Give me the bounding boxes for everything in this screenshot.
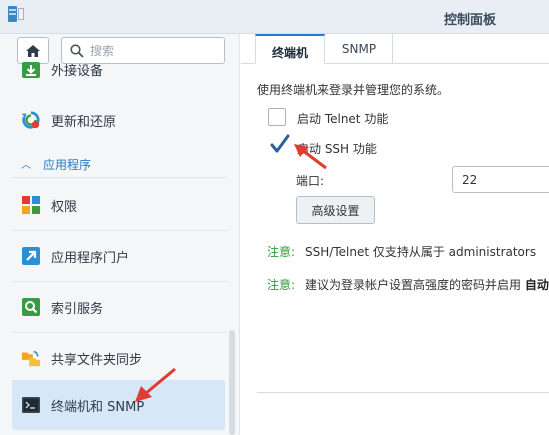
checkmark-icon: [270, 134, 290, 153]
sidebar-item-label: 应用程序门户: [51, 251, 130, 266]
application-portal-icon: [22, 247, 40, 265]
terminal-description: 使用终端机来登录并管理您的系统。: [257, 83, 450, 97]
control-panel-app-icon: [8, 6, 24, 22]
indexing-service-icon: [22, 298, 40, 316]
ssh-label: 启动 SSH 功能: [297, 142, 377, 156]
sidebar-item-indexing-service[interactable]: 索引服务: [12, 282, 226, 332]
tab-terminal[interactable]: 终端机: [255, 34, 325, 64]
sidebar-item-privileges[interactable]: 权限: [12, 180, 226, 230]
telnet-label: 启动 Telnet 功能: [297, 112, 389, 126]
section-label: 应用程序: [43, 158, 92, 172]
port-label: 端口:: [296, 174, 325, 188]
note-admin-only: 注意: SSH/Telnet 仅支持从属于 administrators: [267, 243, 536, 260]
telnet-checkbox[interactable]: [268, 108, 286, 126]
tab-bar: 终端机 SNMP: [241, 34, 549, 64]
shared-folder-sync-icon: [21, 350, 41, 367]
terminal-icon: [22, 397, 40, 413]
sidebar-item-label: 共享文件夹同步: [51, 353, 143, 368]
note-bold-text: 自动: [524, 278, 549, 292]
sidebar-item-application-portal[interactable]: 应用程序门户: [12, 231, 226, 281]
update-restore-icon: [21, 111, 40, 129]
sidebar-item-label: 终端机和 SNMP: [51, 400, 145, 415]
sidebar-item-terminal-snmp[interactable]: 终端机和 SNMP: [12, 380, 225, 430]
sidebar-item-label: 外接设备: [51, 64, 104, 79]
note-text: 建议为登录帐户设置高强度的密码并启用: [305, 278, 522, 292]
port-field[interactable]: [452, 166, 549, 193]
privileges-icon: [22, 196, 40, 214]
window-title: 控制面板: [443, 13, 496, 28]
section-divider: [12, 177, 226, 178]
sidebar-item-shared-folder-sync[interactable]: 共享文件夹同步: [12, 333, 226, 383]
sidebar-item-label: 索引服务: [51, 302, 104, 317]
content-divider: [257, 392, 549, 393]
sidebar-item-label: 权限: [51, 200, 78, 215]
note-text: SSH/Telnet 仅支持从属于 administrators: [305, 245, 537, 259]
chevron-up-icon: ︿: [21, 160, 31, 171]
note-strong-password: 注意: 建议为登录帐户设置高强度的密码并启用 自动: [267, 276, 549, 293]
note-key: 注意:: [267, 278, 296, 292]
external-device-icon: [22, 62, 40, 78]
sidebar: 外接设备 更新和还原 ︿ 应用程序 权限 应用程序门户: [0, 34, 240, 435]
section-header-applications[interactable]: ︿ 应用程序: [12, 152, 226, 178]
port-input[interactable]: [462, 171, 549, 189]
ssh-checkbox[interactable]: [268, 134, 290, 156]
sidebar-scrollbar[interactable]: [229, 330, 235, 435]
sidebar-item-external-devices[interactable]: 外接设备: [12, 46, 226, 92]
tab-snmp[interactable]: SNMP: [325, 34, 393, 64]
title-bar: 控制面板: [0, 0, 549, 34]
sidebar-item-label: 更新和还原: [51, 115, 117, 130]
sidebar-item-update-restore[interactable]: 更新和还原: [12, 95, 226, 145]
note-key: 注意:: [267, 245, 296, 259]
tab-separator: [392, 34, 393, 64]
advanced-settings-button[interactable]: 高级设置: [296, 196, 375, 224]
main-panel: 终端机 SNMP 使用终端机来登录并管理您的系统。 启动 Telnet 功能 启…: [241, 34, 549, 435]
